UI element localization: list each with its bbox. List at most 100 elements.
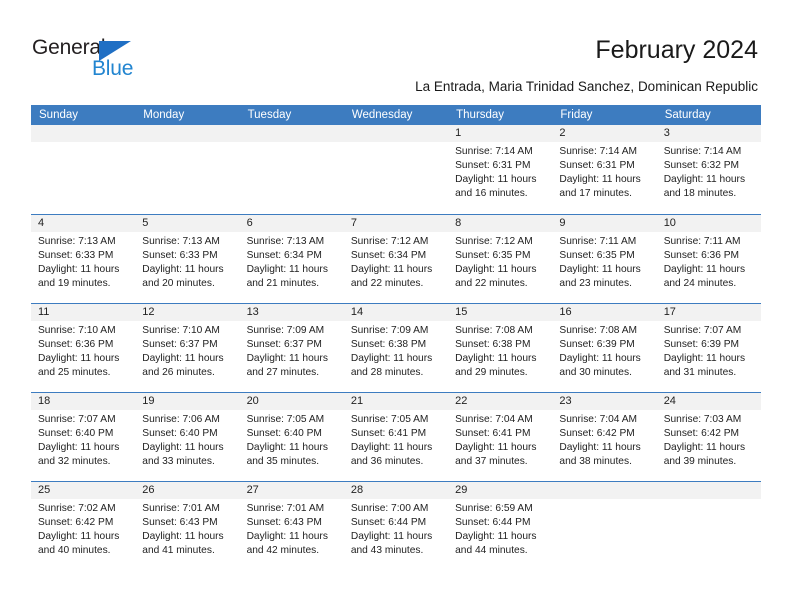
- day-details: Sunrise: 7:00 AM Sunset: 6:44 PM Daylight:…: [344, 499, 448, 558]
- day-number: 6: [239, 215, 344, 232]
- daylight-text-line1: Daylight: 11 hours: [142, 442, 224, 453]
- calendar-week-row: 4 Sunrise: 7:13 AM Sunset: 6:33 PM Daylight…: [31, 214, 761, 303]
- daylight-text-line1: Daylight: 11 hours: [455, 442, 537, 453]
- calendar-day-cell[interactable]: 10 Sunrise: 7:11 AM Sunset: 6:36 PM Dayligh…: [656, 215, 761, 303]
- calendar-day-cell[interactable]: 21 Sunrise: 7:05 AM Sunset: 6:41 PM Dayligh…: [343, 393, 449, 481]
- calendar-day-cell[interactable]: 26 Sunrise: 7:01 AM Sunset: 6:43 PM Dayligh…: [135, 482, 240, 570]
- calendar-day-cell[interactable]: 4 Sunrise: 7:13 AM Sunset: 6:33 PM Daylight…: [31, 215, 136, 303]
- page-header: General Blue February 2024 La Entrada, M…: [0, 0, 792, 104]
- day-of-week-monday: Monday: [143, 109, 185, 121]
- day-details: Sunrise: 6:59 AM Sunset: 6:44 PM Daylight:…: [448, 499, 552, 558]
- calendar-day-cell[interactable]: 9 Sunrise: 7:11 AM Sunset: 6:35 PM Daylight…: [552, 215, 657, 303]
- daylight-text-line1: Daylight: 11 hours: [455, 353, 537, 364]
- daylight-text-line1: Daylight: 11 hours: [663, 353, 746, 364]
- day-number: 28: [343, 482, 449, 499]
- calendar-day-cell[interactable]: 11 Sunrise: 7:10 AM Sunset: 6:36 PM Dayligh…: [31, 304, 136, 392]
- sunset-text: Sunset: 6:40 PM: [142, 428, 218, 439]
- daylight-text-line1: Daylight: 11 hours: [559, 174, 641, 185]
- daylight-text-line1: Daylight: 11 hours: [663, 174, 746, 185]
- sunrise-text: Sunrise: 6:59 AM: [455, 503, 533, 514]
- daylight-text-line2: and 27 minutes.: [246, 367, 320, 378]
- daylight-text-line2: and 21 minutes.: [246, 278, 320, 289]
- daylight-text-line1: Daylight: 11 hours: [350, 353, 433, 364]
- sunrise-text: Sunrise: 7:14 AM: [455, 146, 533, 157]
- sunrise-text: Sunrise: 7:10 AM: [142, 325, 220, 336]
- day-number: [239, 125, 344, 142]
- calendar-week-row: 18 Sunrise: 7:07 AM Sunset: 6:40 PM Dayligh…: [31, 392, 761, 481]
- daylight-text-line1: Daylight: 11 hours: [663, 264, 746, 275]
- day-number: 12: [135, 304, 240, 321]
- calendar-day-cell[interactable]: 27 Sunrise: 7:01 AM Sunset: 6:43 PM Dayligh…: [239, 482, 344, 570]
- daylight-text-line1: Daylight: 11 hours: [142, 264, 224, 275]
- sunrise-text: Sunrise: 7:10 AM: [38, 325, 116, 336]
- day-details: Sunrise: 7:13 AM Sunset: 6:33 PM Daylight:…: [135, 232, 239, 291]
- day-number: 16: [552, 304, 657, 321]
- daylight-text-line2: and 32 minutes.: [38, 456, 111, 467]
- calendar-day-cell[interactable]: 1 Sunrise: 7:14 AM Sunset: 6:31 PM Daylight…: [448, 125, 553, 214]
- sunset-text: Sunset: 6:31 PM: [455, 160, 531, 171]
- calendar-day-cell[interactable]: 7 Sunrise: 7:12 AM Sunset: 6:34 PM Daylight…: [343, 215, 449, 303]
- calendar-day-cell[interactable]: 25 Sunrise: 7:02 AM Sunset: 6:42 PM Dayligh…: [31, 482, 136, 570]
- daylight-text-line1: Daylight: 11 hours: [350, 531, 433, 542]
- sunset-text: Sunset: 6:35 PM: [559, 250, 635, 261]
- day-details: Sunrise: 7:07 AM Sunset: 6:39 PM Daylight:…: [657, 321, 761, 380]
- day-details: Sunrise: 7:11 AM Sunset: 6:35 PM Daylight:…: [552, 232, 656, 291]
- sunset-text: Sunset: 6:39 PM: [559, 339, 635, 350]
- calendar-week-row: 1 Sunrise: 7:14 AM Sunset: 6:31 PM Daylight…: [31, 125, 761, 214]
- calendar-day-cell[interactable]: 3 Sunrise: 7:14 AM Sunset: 6:32 PM Daylight…: [656, 125, 761, 214]
- calendar-day-cell[interactable]: 20 Sunrise: 7:05 AM Sunset: 6:40 PM Dayligh…: [239, 393, 344, 481]
- calendar-day-cell-empty: [656, 482, 761, 570]
- calendar-day-cell[interactable]: 28 Sunrise: 7:00 AM Sunset: 6:44 PM Dayligh…: [343, 482, 449, 570]
- daylight-text-line2: and 18 minutes.: [663, 188, 737, 199]
- daylight-text-line1: Daylight: 11 hours: [38, 353, 120, 364]
- calendar-day-cell[interactable]: 2 Sunrise: 7:14 AM Sunset: 6:31 PM Daylight…: [552, 125, 657, 214]
- sunrise-text: Sunrise: 7:11 AM: [663, 236, 741, 247]
- calendar-day-cell[interactable]: 16 Sunrise: 7:08 AM Sunset: 6:39 PM Dayligh…: [552, 304, 657, 392]
- calendar-day-cell[interactable]: 19 Sunrise: 7:06 AM Sunset: 6:40 PM Dayligh…: [135, 393, 240, 481]
- day-number: 18: [31, 393, 136, 410]
- calendar-day-cell[interactable]: 24 Sunrise: 7:03 AM Sunset: 6:42 PM Dayligh…: [656, 393, 761, 481]
- sunset-text: Sunset: 6:44 PM: [350, 517, 427, 528]
- daylight-text-line2: and 22 minutes.: [350, 278, 424, 289]
- daylight-text-line2: and 38 minutes.: [559, 456, 632, 467]
- calendar-day-cell[interactable]: 29 Sunrise: 6:59 AM Sunset: 6:44 PM Dayligh…: [448, 482, 553, 570]
- calendar-day-cell[interactable]: 5 Sunrise: 7:13 AM Sunset: 6:33 PM Daylight…: [135, 215, 240, 303]
- day-details: Sunrise: 7:14 AM Sunset: 6:31 PM Daylight:…: [552, 142, 656, 201]
- day-number: 22: [448, 393, 553, 410]
- day-number: 13: [239, 304, 344, 321]
- daylight-text-line1: Daylight: 11 hours: [559, 264, 641, 275]
- calendar-day-cell[interactable]: 14 Sunrise: 7:09 AM Sunset: 6:38 PM Dayligh…: [343, 304, 449, 392]
- sunset-text: Sunset: 6:33 PM: [142, 250, 218, 261]
- calendar-day-cell-empty: [239, 125, 344, 214]
- calendar-weeks: 1 Sunrise: 7:14 AM Sunset: 6:31 PM Daylight…: [31, 125, 761, 570]
- day-number: 4: [31, 215, 136, 232]
- day-number: 26: [135, 482, 240, 499]
- calendar-day-cell[interactable]: 6 Sunrise: 7:13 AM Sunset: 6:34 PM Daylight…: [239, 215, 344, 303]
- day-number: 29: [448, 482, 553, 499]
- calendar-day-cell[interactable]: 12 Sunrise: 7:10 AM Sunset: 6:37 PM Dayligh…: [135, 304, 240, 392]
- day-details: Sunrise: 7:14 AM Sunset: 6:31 PM Daylight:…: [448, 142, 552, 201]
- calendar-day-cell[interactable]: 22 Sunrise: 7:04 AM Sunset: 6:41 PM Dayligh…: [448, 393, 553, 481]
- calendar-day-cell[interactable]: 17 Sunrise: 7:07 AM Sunset: 6:39 PM Dayligh…: [656, 304, 761, 392]
- logo-text-blue: Blue: [92, 57, 134, 80]
- sunrise-text: Sunrise: 7:09 AM: [350, 325, 429, 336]
- day-of-week-sunday: Sunday: [39, 109, 79, 121]
- sunset-text: Sunset: 6:31 PM: [559, 160, 635, 171]
- day-of-week-tuesday: Tuesday: [247, 109, 292, 121]
- day-number: 17: [656, 304, 761, 321]
- day-details: Sunrise: 7:05 AM Sunset: 6:41 PM Daylight:…: [344, 410, 448, 469]
- daylight-text-line1: Daylight: 11 hours: [38, 442, 120, 453]
- calendar-day-cell[interactable]: 8 Sunrise: 7:12 AM Sunset: 6:35 PM Daylight…: [448, 215, 553, 303]
- day-number: 24: [656, 393, 761, 410]
- general-blue-logo[interactable]: General Blue: [32, 36, 152, 82]
- calendar-day-cell[interactable]: 13 Sunrise: 7:09 AM Sunset: 6:37 PM Dayligh…: [239, 304, 344, 392]
- calendar-day-cell[interactable]: 23 Sunrise: 7:04 AM Sunset: 6:42 PM Dayligh…: [552, 393, 657, 481]
- sunrise-text: Sunrise: 7:08 AM: [559, 325, 637, 336]
- calendar-day-cell[interactable]: 18 Sunrise: 7:07 AM Sunset: 6:40 PM Dayligh…: [31, 393, 136, 481]
- page-title: February 2024: [595, 36, 758, 64]
- calendar-day-cell[interactable]: 15 Sunrise: 7:08 AM Sunset: 6:38 PM Dayligh…: [448, 304, 553, 392]
- sunrise-text: Sunrise: 7:03 AM: [663, 414, 742, 425]
- daylight-text-line1: Daylight: 11 hours: [663, 442, 746, 453]
- sunset-text: Sunset: 6:33 PM: [38, 250, 114, 261]
- daylight-text-line1: Daylight: 11 hours: [246, 264, 328, 275]
